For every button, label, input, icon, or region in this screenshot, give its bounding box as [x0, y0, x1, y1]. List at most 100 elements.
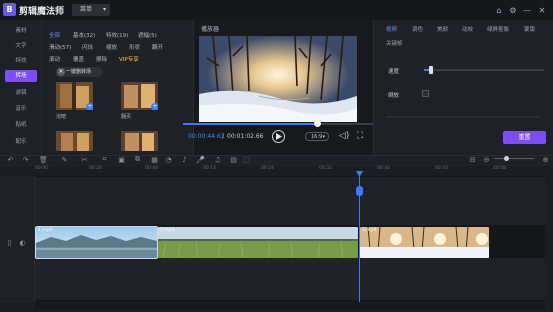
tab-video[interactable]: 视频 — [386, 25, 397, 33]
clip-label: 1.mp4 — [38, 228, 53, 233]
chevron-down-icon: ▾ — [102, 6, 106, 13]
category-mask[interactable]: 遮幅(5) — [138, 31, 157, 39]
category-shape[interactable]: 形状 — [129, 43, 140, 51]
category-effect[interactable]: 特效(19) — [106, 31, 128, 39]
category-slide[interactable]: 滑动(57) — [49, 43, 71, 51]
speed-label: 速度 — [388, 69, 400, 75]
zoom-out-icon[interactable]: ⊖ — [482, 155, 491, 164]
properties-scrollbar[interactable] — [386, 116, 541, 118]
copy-icon[interactable]: ⧉ — [133, 155, 142, 164]
zoom-slider[interactable] — [494, 158, 534, 159]
clip-thumbnails — [36, 227, 157, 258]
nav-item-sticker[interactable]: 贴纸 — [5, 119, 37, 131]
player-title: 播放器 — [201, 26, 220, 33]
undo-icon[interactable]: ↶ — [6, 155, 15, 164]
aspect-ratio-value: 16:9 — [311, 134, 323, 140]
tab-motion[interactable]: 动效 — [462, 25, 473, 33]
nav-item-music[interactable]: 音乐 — [5, 103, 37, 115]
time-ruler[interactable] — [35, 166, 553, 176]
thumbnail-image — [56, 131, 93, 151]
reverse-checkbox[interactable] — [422, 90, 429, 97]
category-vip[interactable]: VIP专享 — [119, 55, 139, 63]
category-all[interactable]: 全部 — [49, 31, 60, 39]
nav-item-dubbing[interactable]: 配乐 — [5, 136, 37, 148]
lock-icon[interactable]: ▯ — [5, 238, 14, 247]
volume-icon[interactable]: ◁) — [339, 131, 349, 141]
mute-icon[interactable]: ♪ — [180, 155, 189, 164]
tab-keyframe[interactable]: 关键帧 — [386, 39, 403, 47]
zoom-slider-knob[interactable] — [503, 156, 509, 161]
current-time: 00:00:44.63 — [188, 133, 225, 140]
tab-mask[interactable]: 蒙版 — [524, 25, 535, 33]
home-icon[interactable]: ⌂ — [494, 4, 504, 16]
remove-transitions-button[interactable]: × 一键删转场 — [55, 67, 103, 77]
tab-beauty[interactable]: 美颜 — [437, 25, 448, 33]
speed-slider-knob[interactable] — [429, 66, 434, 74]
transition-thumb[interactable]: + — [56, 82, 93, 110]
aspect-ratio-select[interactable]: 16:9 ▾ — [305, 132, 329, 141]
image-icon[interactable]: ▤ — [229, 155, 238, 164]
fullscreen-icon[interactable]: ⛶ — [355, 131, 365, 141]
add-icon[interactable]: + — [86, 103, 93, 110]
zoom-in-icon[interactable]: ⊕ — [541, 155, 550, 164]
video-clip[interactable]: 2.mp4 — [158, 227, 358, 258]
clip-thumbnails — [360, 227, 489, 258]
fit-icon[interactable]: ⊟ — [468, 155, 477, 164]
video-preview[interactable] — [199, 36, 357, 122]
preview-image — [199, 36, 357, 122]
add-icon[interactable]: + — [151, 103, 158, 110]
close-button[interactable]: ✕ — [537, 4, 547, 16]
video-clip[interactable]: 3.mp4 — [360, 227, 489, 258]
edit-icon[interactable]: ✎ — [60, 155, 69, 164]
tab-green-screen[interactable]: 绿屏抠像 — [487, 25, 509, 33]
delete-icon[interactable]: 🗑 — [39, 155, 48, 164]
category-cover[interactable]: 覆盖 — [73, 55, 84, 63]
transition-thumb[interactable] — [56, 131, 93, 151]
play-button[interactable] — [272, 130, 285, 143]
category-erase[interactable]: 擦除 — [96, 55, 107, 63]
play-icon — [275, 133, 282, 140]
menu-button[interactable]: 菜单 ▾ — [72, 4, 110, 16]
timeline-horizontal-scrollbar[interactable] — [35, 303, 545, 309]
speed-icon[interactable]: ◔ — [164, 155, 173, 164]
reset-button[interactable]: 重置 — [503, 131, 546, 144]
crop-icon[interactable]: ⌗ — [100, 155, 109, 164]
record-icon[interactable]: 🎤 — [196, 155, 205, 164]
timeline-vertical-scrollbar[interactable] — [546, 176, 553, 302]
clip-label: 2.mp4 — [160, 228, 175, 233]
time-separator: / — [222, 133, 225, 140]
category-scroll[interactable]: 滚动 — [49, 55, 60, 63]
ruler-tick: 00:50 — [435, 166, 448, 171]
audio-track[interactable] — [35, 258, 545, 300]
playhead-handle[interactable] — [356, 186, 363, 196]
nav-item-text[interactable]: 文字 — [5, 40, 37, 52]
video-clip[interactable]: 1.mp4 — [35, 226, 158, 259]
speed-slider[interactable] — [424, 69, 544, 71]
redo-icon[interactable]: ↷ — [21, 155, 30, 164]
overlay-track[interactable] — [35, 177, 545, 225]
thumbnail-image — [121, 131, 158, 151]
nav-item-effect[interactable]: 特效 — [5, 55, 37, 67]
settings-icon[interactable]: ⚙ — [508, 4, 518, 16]
freeze-icon[interactable]: ▣ — [117, 155, 126, 164]
visibility-icon[interactable]: ◐ — [18, 238, 27, 247]
music-icon[interactable]: ♫ — [213, 155, 222, 164]
ruler-tick: 00:14 — [203, 166, 216, 171]
ruler-tick: 00:20 — [89, 166, 102, 171]
mosaic-icon[interactable]: ▦ — [150, 155, 159, 164]
tab-color[interactable]: 调色 — [412, 25, 423, 33]
transition-thumb[interactable]: + — [121, 82, 158, 110]
category-flip[interactable]: 翻开 — [152, 43, 163, 51]
nav-item-filter[interactable]: 滤镜 — [5, 87, 37, 99]
category-basic[interactable]: 基本(32) — [73, 31, 95, 39]
nav-item-transition[interactable]: 转场 — [5, 70, 37, 82]
split-icon[interactable]: ✂ — [80, 155, 89, 164]
category-zoom[interactable]: 缩放 — [106, 43, 117, 51]
transition-thumb[interactable] — [121, 131, 158, 151]
app-logo: B — [3, 3, 16, 16]
category-flash[interactable]: 闪烁 — [82, 43, 93, 51]
minimize-button[interactable]: — — [522, 4, 532, 16]
nav-item-material[interactable]: 素材 — [5, 25, 37, 37]
thumb-label: 溶暗 — [56, 114, 67, 120]
export-frame-icon[interactable]: ⬚ — [242, 155, 251, 164]
